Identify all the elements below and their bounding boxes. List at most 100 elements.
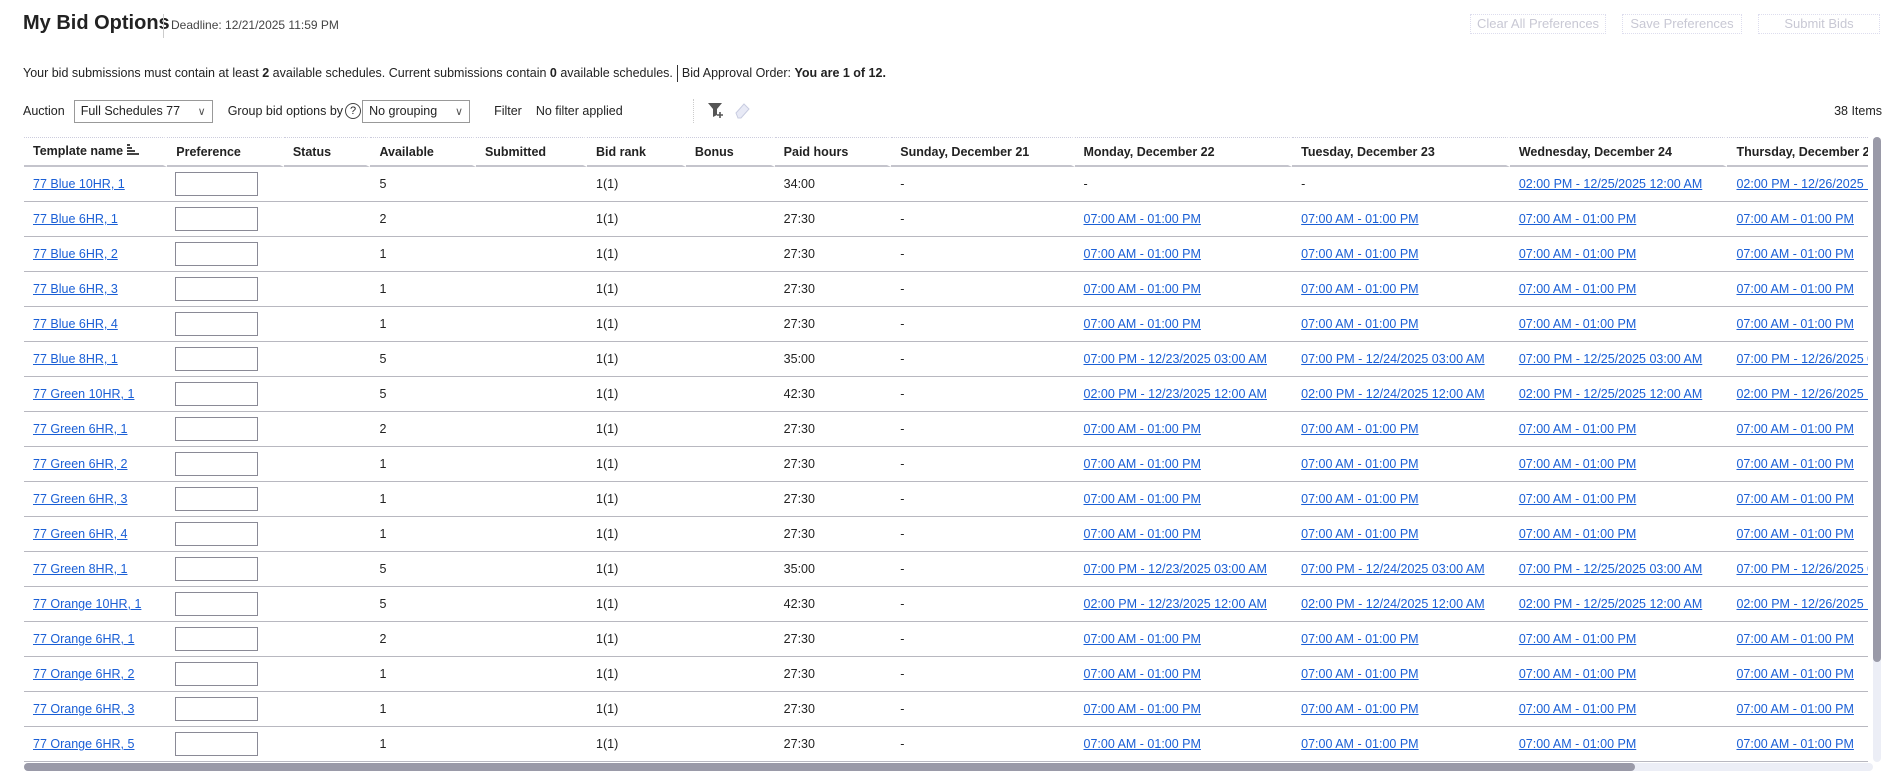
- shift-link[interactable]: 07:00 AM - 01:00 PM: [1736, 702, 1853, 716]
- shift-link[interactable]: 07:00 AM - 01:00 PM: [1301, 247, 1418, 261]
- shift-link[interactable]: 07:00 PM - 12/26/2025 03:00 AM: [1736, 352, 1868, 366]
- preference-input[interactable]: [175, 242, 259, 266]
- column-header[interactable]: Bonus: [685, 137, 775, 167]
- help-icon[interactable]: ?: [345, 103, 362, 119]
- shift-link[interactable]: 07:00 AM - 01:00 PM: [1519, 282, 1636, 296]
- shift-link[interactable]: 02:00 PM - 12/25/2025 12:00 AM: [1519, 177, 1702, 191]
- shift-link[interactable]: 07:00 AM - 01:00 PM: [1519, 527, 1636, 541]
- preference-input[interactable]: [175, 522, 259, 546]
- shift-link[interactable]: 07:00 AM - 01:00 PM: [1519, 737, 1636, 751]
- shift-link[interactable]: 07:00 PM - 12/25/2025 03:00 AM: [1519, 352, 1702, 366]
- shift-link[interactable]: 02:00 PM - 12/25/2025 12:00 AM: [1519, 597, 1702, 611]
- column-header[interactable]: Template name: [24, 137, 168, 167]
- preference-input[interactable]: [175, 382, 259, 406]
- template-name-link[interactable]: 77 Orange 6HR, 1: [33, 632, 134, 646]
- shift-link[interactable]: 07:00 AM - 01:00 PM: [1084, 492, 1201, 506]
- column-header[interactable]: Paid hours: [774, 137, 892, 167]
- preference-input[interactable]: [175, 697, 259, 721]
- shift-link[interactable]: 07:00 AM - 01:00 PM: [1084, 737, 1201, 751]
- template-name-link[interactable]: 77 Blue 6HR, 1: [33, 212, 118, 226]
- shift-link[interactable]: 02:00 PM - 12/26/2025 12:00 AM: [1736, 597, 1868, 611]
- column-header[interactable]: Tuesday, December 23: [1292, 137, 1510, 167]
- column-header[interactable]: Bid rank: [587, 137, 686, 167]
- shift-link[interactable]: 07:00 AM - 01:00 PM: [1301, 702, 1418, 716]
- shift-link[interactable]: 07:00 AM - 01:00 PM: [1084, 632, 1201, 646]
- horizontal-scroll-thumb[interactable]: [24, 763, 1635, 771]
- column-header[interactable]: Monday, December 22: [1074, 137, 1293, 167]
- preference-input[interactable]: [175, 592, 259, 616]
- shift-link[interactable]: 07:00 AM - 01:00 PM: [1301, 212, 1418, 226]
- template-name-link[interactable]: 77 Orange 6HR, 3: [33, 702, 134, 716]
- shift-link[interactable]: 07:00 AM - 01:00 PM: [1084, 422, 1201, 436]
- shift-link[interactable]: 07:00 AM - 01:00 PM: [1736, 527, 1853, 541]
- preference-input[interactable]: [175, 627, 259, 651]
- shift-link[interactable]: 07:00 PM - 12/25/2025 03:00 AM: [1519, 562, 1702, 576]
- preference-input[interactable]: [175, 662, 259, 686]
- shift-link[interactable]: 07:00 AM - 01:00 PM: [1301, 282, 1418, 296]
- template-name-link[interactable]: 77 Orange 10HR, 1: [33, 597, 141, 611]
- template-name-link[interactable]: 77 Green 6HR, 4: [33, 527, 128, 541]
- shift-link[interactable]: 07:00 PM - 12/23/2025 03:00 AM: [1084, 562, 1267, 576]
- preference-input[interactable]: [175, 207, 259, 231]
- shift-link[interactable]: 07:00 AM - 01:00 PM: [1301, 492, 1418, 506]
- shift-link[interactable]: 07:00 AM - 01:00 PM: [1301, 422, 1418, 436]
- shift-link[interactable]: 07:00 AM - 01:00 PM: [1519, 457, 1636, 471]
- shift-link[interactable]: 07:00 AM - 01:00 PM: [1084, 317, 1201, 331]
- preference-input[interactable]: [175, 172, 259, 196]
- shift-link[interactable]: 02:00 PM - 12/26/2025 12:00 AM: [1736, 387, 1868, 401]
- template-name-link[interactable]: 77 Green 6HR, 3: [33, 492, 128, 506]
- shift-link[interactable]: 07:00 AM - 01:00 PM: [1519, 247, 1636, 261]
- template-name-link[interactable]: 77 Blue 8HR, 1: [33, 352, 118, 366]
- shift-link[interactable]: 07:00 AM - 01:00 PM: [1301, 457, 1418, 471]
- column-header[interactable]: Sunday, December 21: [891, 137, 1075, 167]
- shift-link[interactable]: 07:00 AM - 01:00 PM: [1084, 247, 1201, 261]
- shift-link[interactable]: 07:00 AM - 01:00 PM: [1519, 667, 1636, 681]
- shift-link[interactable]: 07:00 AM - 01:00 PM: [1301, 527, 1418, 541]
- preference-input[interactable]: [175, 452, 259, 476]
- add-filter-icon[interactable]: [707, 101, 725, 122]
- shift-link[interactable]: 07:00 AM - 01:00 PM: [1301, 632, 1418, 646]
- shift-link[interactable]: 07:00 AM - 01:00 PM: [1301, 737, 1418, 751]
- column-header[interactable]: Status: [283, 137, 371, 167]
- shift-link[interactable]: 07:00 AM - 01:00 PM: [1084, 527, 1201, 541]
- shift-link[interactable]: 02:00 PM - 12/23/2025 12:00 AM: [1084, 387, 1267, 401]
- shift-link[interactable]: 07:00 AM - 01:00 PM: [1736, 212, 1853, 226]
- filter-input[interactable]: No filter applied: [528, 99, 694, 123]
- horizontal-scrollbar[interactable]: [24, 763, 1873, 771]
- shift-link[interactable]: 02:00 PM - 12/25/2025 12:00 AM: [1519, 387, 1702, 401]
- shift-link[interactable]: 07:00 PM - 12/24/2025 03:00 AM: [1301, 562, 1484, 576]
- shift-link[interactable]: 07:00 AM - 01:00 PM: [1736, 457, 1853, 471]
- shift-link[interactable]: 07:00 AM - 01:00 PM: [1736, 247, 1853, 261]
- group-by-select[interactable]: No grouping ∨: [362, 99, 471, 123]
- preference-input[interactable]: [175, 312, 259, 336]
- shift-link[interactable]: 07:00 PM - 12/23/2025 03:00 AM: [1084, 352, 1267, 366]
- shift-link[interactable]: 07:00 PM - 12/24/2025 03:00 AM: [1301, 352, 1484, 366]
- auction-select[interactable]: Full Schedules 77 ∨: [73, 99, 213, 123]
- template-name-link[interactable]: 77 Green 6HR, 2: [33, 457, 128, 471]
- column-header[interactable]: Thursday, December 25: [1727, 137, 1868, 167]
- shift-link[interactable]: 07:00 AM - 01:00 PM: [1084, 457, 1201, 471]
- shift-link[interactable]: 07:00 AM - 01:00 PM: [1519, 317, 1636, 331]
- shift-link[interactable]: 07:00 AM - 01:00 PM: [1301, 317, 1418, 331]
- template-name-link[interactable]: 77 Green 10HR, 1: [33, 387, 134, 401]
- column-header[interactable]: Available: [370, 137, 476, 167]
- template-name-link[interactable]: 77 Blue 6HR, 3: [33, 282, 118, 296]
- shift-link[interactable]: 07:00 AM - 01:00 PM: [1519, 212, 1636, 226]
- shift-link[interactable]: 07:00 AM - 01:00 PM: [1084, 212, 1201, 226]
- shift-link[interactable]: 07:00 AM - 01:00 PM: [1736, 422, 1853, 436]
- shift-link[interactable]: 02:00 PM - 12/26/2025 12:00 AM: [1736, 177, 1868, 191]
- vertical-scroll-thumb[interactable]: [1873, 137, 1881, 662]
- submit-bids-button[interactable]: Submit Bids: [1758, 14, 1880, 34]
- sort-icon[interactable]: [127, 144, 140, 159]
- shift-link[interactable]: 07:00 AM - 01:00 PM: [1084, 667, 1201, 681]
- template-name-link[interactable]: 77 Orange 6HR, 2: [33, 667, 134, 681]
- clear-filter-eraser-icon[interactable]: [733, 101, 751, 122]
- clear-all-preferences-button[interactable]: Clear All Preferences: [1470, 14, 1606, 34]
- shift-link[interactable]: 07:00 AM - 01:00 PM: [1736, 737, 1853, 751]
- vertical-scrollbar[interactable]: [1873, 137, 1881, 762]
- shift-link[interactable]: 02:00 PM - 12/24/2025 12:00 AM: [1301, 597, 1484, 611]
- preference-input[interactable]: [175, 347, 259, 371]
- shift-link[interactable]: 07:00 AM - 01:00 PM: [1084, 282, 1201, 296]
- preference-input[interactable]: [175, 417, 259, 441]
- shift-link[interactable]: 02:00 PM - 12/24/2025 12:00 AM: [1301, 387, 1484, 401]
